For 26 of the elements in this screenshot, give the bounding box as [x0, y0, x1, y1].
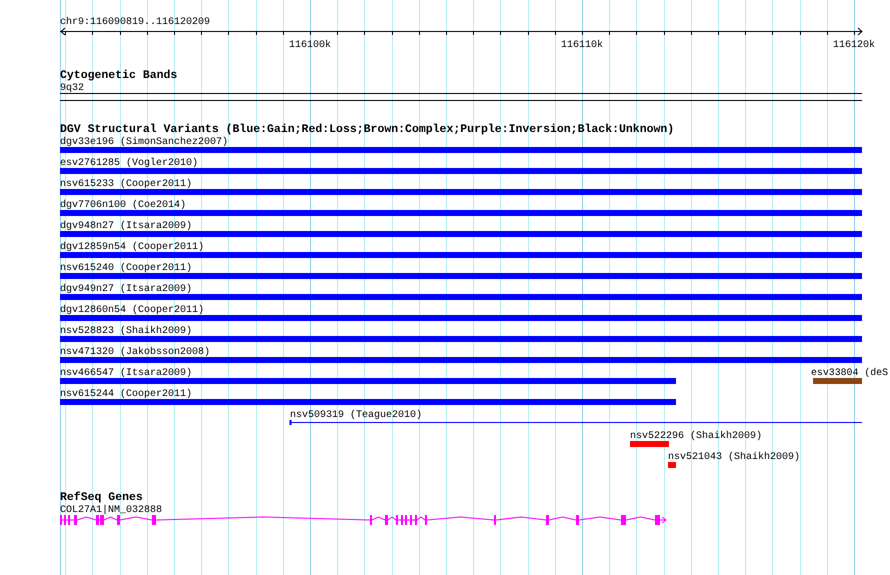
track-title: DGV Structural Variants (Blue:Gain;Red:Loss;Brown:Complex;Purple:Inversion;Black:Unknown) — [60, 123, 674, 136]
variant-label: nsv521043 (Shaikh2009) — [668, 452, 800, 463]
track-title: Cytogenetic Bands — [60, 69, 178, 82]
variant-label: nsv466547 (Itsara2009) — [60, 368, 192, 379]
gene-label: COL27A1|NM_032888 — [60, 505, 162, 516]
variant-label: nsv615233 (Cooper2011) — [60, 179, 192, 190]
variant-label: nsv528823 (Shaikh2009) — [60, 326, 192, 337]
variant-label: esv2761285 (Vogler2010) — [60, 158, 198, 169]
variant-label: dgv7706n100 (Coe2014) — [60, 200, 186, 211]
variant-label: dgv12860n54 (Cooper2011) — [60, 305, 204, 316]
track-title: RefSeq Genes — [60, 491, 143, 504]
variant-label: dgv12859n54 (Cooper2011) — [60, 242, 204, 253]
variant-label: dgv949n27 (Itsara2009) — [60, 284, 192, 295]
variant-label: nsv615244 (Cooper2011) — [60, 389, 192, 400]
variant-label: dgv948n27 (Itsara2009) — [60, 221, 192, 232]
variant-label: nsv522296 (Shaikh2009) — [630, 431, 762, 442]
variant-label: dgv33e196 (SimonSanchez2007) — [60, 137, 228, 148]
tick-label: 116110k — [561, 40, 603, 51]
variant-label: nsv471320 (Jakobsson2008) — [60, 347, 210, 358]
variant-label: nsv615240 (Cooper2011) — [60, 263, 192, 274]
tick-label: 116100k — [289, 40, 331, 51]
band-label: 9q32 — [60, 83, 84, 94]
tick-label: 116120k — [833, 40, 875, 51]
region-label: chr9:116090819..116120209 — [60, 17, 210, 28]
variant-label: esv33804 (deS — [811, 367, 888, 378]
variant-label: nsv509319 (Teague2010) — [290, 410, 422, 421]
